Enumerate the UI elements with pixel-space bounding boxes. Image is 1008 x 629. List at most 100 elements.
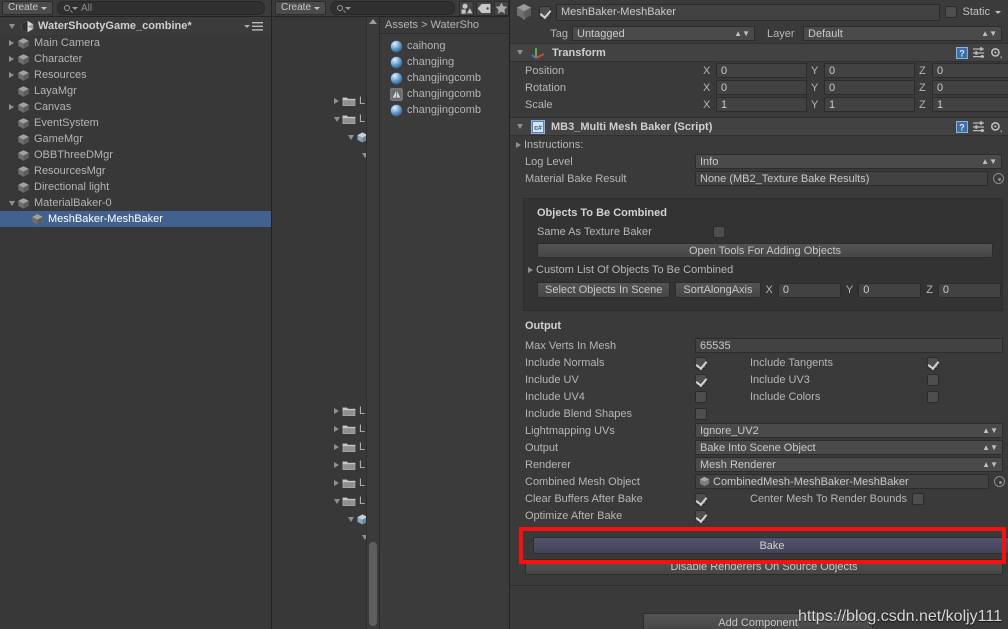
hierarchy-item[interactable]: Character xyxy=(0,51,271,67)
project-tree-row[interactable]: L xyxy=(273,111,366,127)
toggle-left-checkbox[interactable] xyxy=(695,356,707,369)
hierarchy-item[interactable]: MaterialBaker-0 xyxy=(0,195,271,211)
transform-y-field[interactable]: 0 xyxy=(824,80,915,95)
layer-dropdown[interactable]: Default ▲▼ xyxy=(803,26,1002,41)
axis-z-field[interactable]: 0 xyxy=(937,282,1001,298)
transform-z-field[interactable]: 0 xyxy=(932,63,1008,78)
label-filter-icon[interactable] xyxy=(476,0,493,16)
project-tree-row[interactable] xyxy=(273,529,368,545)
preset-sliders-icon[interactable] xyxy=(973,47,985,58)
hierarchy-item[interactable]: OBBThreeDMgr xyxy=(0,147,271,163)
expand-arrow-icon[interactable] xyxy=(331,498,342,504)
combined-mesh-field[interactable]: CombinedMesh-MeshBaker-MeshBaker xyxy=(695,474,989,489)
project-tree-row[interactable]: L xyxy=(273,493,366,509)
project-tree-row[interactable] xyxy=(273,147,368,163)
project-tree-scrollbar[interactable] xyxy=(366,17,379,629)
clear-buffers-checkbox[interactable] xyxy=(695,492,707,505)
transform-expand-arrow-icon[interactable] xyxy=(514,50,525,55)
disable-renderers-button[interactable]: Disable Renderers On Source Objects xyxy=(525,559,1003,575)
hierarchy-item[interactable]: Directional light xyxy=(0,179,271,195)
transform-x-field[interactable]: 1 xyxy=(716,97,807,112)
hierarchy-search-input[interactable]: All xyxy=(57,1,265,15)
optimize-after-bake-checkbox[interactable] xyxy=(695,509,707,522)
asset-item[interactable]: changjingcomb xyxy=(380,102,508,118)
project-search-input[interactable] xyxy=(330,1,456,15)
toggle-right-checkbox[interactable] xyxy=(927,373,939,386)
max-verts-field[interactable]: 65535 xyxy=(695,338,1003,353)
asset-item[interactable]: changjingcomb xyxy=(380,70,508,86)
hierarchy-item[interactable]: EventSystem xyxy=(0,115,271,131)
hierarchy-item[interactable]: ResourcesMgr xyxy=(0,163,271,179)
renderer-dropdown[interactable]: Mesh Renderer ▲▼ xyxy=(695,457,1003,472)
project-create-button[interactable]: Create xyxy=(275,1,327,15)
expand-arrow-icon[interactable] xyxy=(6,56,17,62)
expand-arrow-icon[interactable] xyxy=(331,480,342,486)
scene-expand-arrow-icon[interactable] xyxy=(6,23,17,29)
tag-dropdown[interactable]: Untagged ▲▼ xyxy=(572,26,755,41)
hierarchy-options-icon[interactable] xyxy=(244,21,263,31)
expand-arrow-icon[interactable] xyxy=(345,516,356,522)
project-tree-row[interactable]: L xyxy=(273,403,366,419)
transform-x-field[interactable]: 0 xyxy=(716,63,807,78)
hierarchy-item[interactable]: GameMgr xyxy=(0,131,271,147)
hierarchy-create-button[interactable]: Create xyxy=(2,1,54,15)
expand-arrow-icon[interactable] xyxy=(331,98,342,104)
object-enabled-checkbox[interactable] xyxy=(539,6,551,18)
toggle-right-checkbox[interactable] xyxy=(927,390,939,403)
axis-y-field[interactable]: 0 xyxy=(858,282,922,298)
project-tree-row[interactable]: L xyxy=(273,421,366,437)
scroll-up-arrow-icon[interactable] xyxy=(369,19,377,24)
expand-arrow-icon[interactable] xyxy=(345,134,356,140)
toggle-left-checkbox[interactable] xyxy=(695,390,707,403)
log-level-dropdown[interactable]: Info ▲▼ xyxy=(695,154,1002,169)
expand-arrow-icon[interactable] xyxy=(331,116,342,122)
preset-sliders-icon[interactable] xyxy=(973,121,985,132)
transform-x-field[interactable]: 0 xyxy=(716,80,807,95)
project-tree-row[interactable]: L xyxy=(273,475,366,491)
meshbaker-expand-arrow-icon[interactable] xyxy=(514,124,525,129)
meshbaker-component-header[interactable]: c# MB3_Multi Mesh Baker (Script) ? xyxy=(510,117,1008,136)
project-tree-row[interactable] xyxy=(273,511,368,527)
transform-y-field[interactable]: 0 xyxy=(824,63,915,78)
object-picker-icon[interactable] xyxy=(993,173,1004,184)
scene-root-row[interactable]: WaterShootyGame_combine* xyxy=(0,17,271,35)
object-name-field[interactable]: MeshBaker-MeshBaker xyxy=(556,3,941,21)
toggle-left-checkbox[interactable] xyxy=(695,373,707,386)
help-book-icon[interactable]: ? xyxy=(956,120,968,133)
select-objects-in-scene-button[interactable]: Select Objects In Scene xyxy=(537,282,671,298)
sort-along-axis-button[interactable]: SortAlongAxis xyxy=(675,282,761,298)
asset-item[interactable]: caihong xyxy=(380,38,508,54)
transform-z-field[interactable]: 0 xyxy=(932,80,1008,95)
toggle-right-checkbox[interactable] xyxy=(927,356,939,369)
asset-item[interactable]: changjingcomb xyxy=(380,86,508,102)
asset-item[interactable]: changjing xyxy=(380,54,508,70)
project-tree-row[interactable]: L xyxy=(273,93,366,109)
center-mesh-checkbox[interactable] xyxy=(911,492,924,505)
expand-arrow-icon[interactable] xyxy=(331,444,342,450)
expand-arrow-icon[interactable] xyxy=(331,462,342,468)
gear-icon[interactable] xyxy=(990,121,1002,133)
toggle-left-checkbox[interactable] xyxy=(695,407,707,420)
breadcrumb[interactable]: Assets > WaterSho xyxy=(380,17,508,34)
output-mode-dropdown[interactable]: Bake Into Scene Object ▲▼ xyxy=(695,440,1003,455)
transform-y-field[interactable]: 1 xyxy=(824,97,915,112)
instructions-foldout[interactable]: Instructions: xyxy=(510,136,1008,153)
expand-arrow-icon[interactable] xyxy=(6,104,17,110)
custom-list-expand-arrow-icon[interactable] xyxy=(525,266,536,273)
object-filter-icon[interactable] xyxy=(459,0,475,16)
expand-arrow-icon[interactable] xyxy=(6,40,17,46)
expand-arrow-icon[interactable] xyxy=(331,426,342,432)
bake-button[interactable]: Bake xyxy=(533,537,1008,554)
project-tree-row[interactable] xyxy=(273,129,368,145)
hierarchy-item[interactable]: Canvas xyxy=(0,99,271,115)
material-bake-result-field[interactable]: None (MB2_Texture Bake Results) xyxy=(695,171,988,186)
lightmapping-dropdown[interactable]: Ignore_UV2 ▲▼ xyxy=(695,423,1003,438)
static-dropdown-chevron-icon[interactable] xyxy=(995,10,1001,14)
hierarchy-item[interactable]: Main Camera xyxy=(0,35,271,51)
transform-component-header[interactable]: Transform ? xyxy=(510,43,1008,62)
expand-arrow-icon[interactable] xyxy=(331,408,342,414)
hierarchy-item[interactable]: MeshBaker-MeshBaker xyxy=(0,211,271,227)
hierarchy-item[interactable]: Resources xyxy=(0,67,271,83)
object-picker-icon[interactable] xyxy=(994,476,1005,487)
open-tools-button[interactable]: Open Tools For Adding Objects xyxy=(537,243,993,258)
